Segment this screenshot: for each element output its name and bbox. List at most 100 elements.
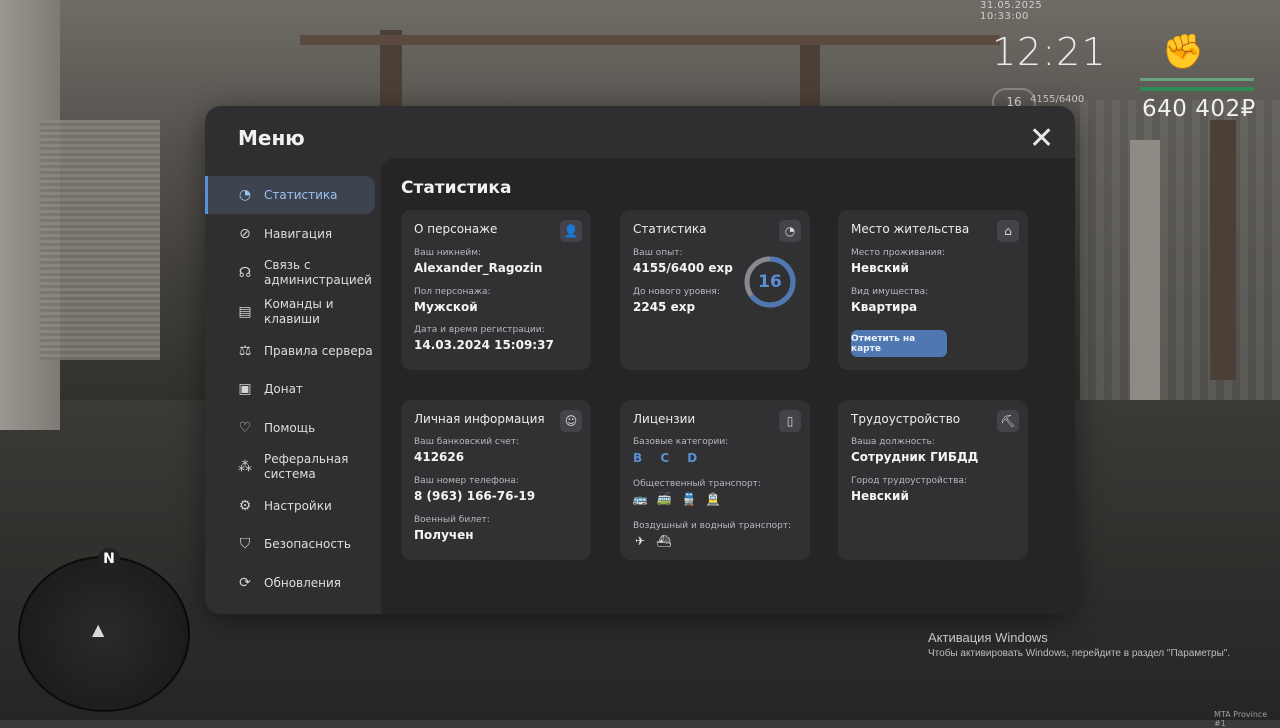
exp-value: 4155/6400 exp xyxy=(633,261,733,275)
nickname-value: Alexander_Ragozin xyxy=(414,261,543,275)
sidebar-item-label: Безопасность xyxy=(264,536,351,551)
sidebar-item-label: Команды и клавиши xyxy=(264,297,334,326)
health-bar xyxy=(1140,78,1254,81)
windows-activation-title: Активация Windows xyxy=(928,630,1048,645)
right-wall xyxy=(1080,100,1280,400)
sidebar-item-referral[interactable]: ⁂ Реферальная система xyxy=(205,448,375,486)
sidebar-item-settings[interactable]: ⚙ Настройки xyxy=(205,487,375,525)
card-title: Трудоустройство xyxy=(851,412,961,426)
card-title: Место жительства xyxy=(851,222,970,236)
pie-chart-icon: ◔ xyxy=(779,220,801,242)
gender-value: Мужской xyxy=(414,300,478,314)
hud-status-bars xyxy=(1140,78,1254,91)
hud-exp: 4155/6400 xyxy=(1030,94,1085,105)
hud-date: 31.05.2025 10:33:00 xyxy=(980,0,1043,22)
sidebar-item-statistics[interactable]: ◔ Статистика xyxy=(205,176,375,214)
sidebar-item-label: Настройки xyxy=(264,498,332,513)
sidebar-item-label: Навигация xyxy=(264,226,333,241)
minimap-north-marker: N xyxy=(98,548,120,570)
nickname-label: Ваш никнейм: xyxy=(414,248,482,258)
sidebar-item-label: Статистика xyxy=(264,187,338,202)
bus-icon: 🚌 xyxy=(632,492,648,506)
sidebar-item-label: Помощь xyxy=(264,420,316,435)
gender-label: Пол персонажа: xyxy=(414,287,491,297)
next-level-value: 2245 exp xyxy=(633,300,696,314)
residence-value: Невский xyxy=(851,261,909,275)
sidebar-item-updates[interactable]: ⟳ Обновления xyxy=(205,564,375,602)
compass-icon: ⊘ xyxy=(239,226,251,242)
network-icon: ⁂ xyxy=(238,459,252,475)
ship-icon: ⛴ xyxy=(656,534,672,548)
trolleybus-icon: 🚎 xyxy=(656,492,672,506)
hud-money: 640 402₽ xyxy=(1142,96,1256,122)
armor-bar xyxy=(1140,87,1254,91)
card-character: О персонаже 👤 Ваш никнейм: Alexander_Rag… xyxy=(401,210,591,370)
card-title: Статистика xyxy=(633,222,707,236)
card-personal-info: Личная информация ☺ Ваш банковский счет:… xyxy=(401,400,591,560)
level-number: 16 xyxy=(758,272,782,292)
menu-title: Меню xyxy=(238,126,305,150)
wallet-icon: ▣ xyxy=(238,381,252,397)
sidebar-item-label: Связь с администрацией xyxy=(264,258,372,287)
tram-icon: 🚊 xyxy=(705,492,721,506)
sidebar-item-donate[interactable]: ▣ Донат xyxy=(205,370,375,408)
public-transport-label: Общественный транспорт: xyxy=(633,479,761,489)
sidebar-item-help[interactable]: ♡ Помощь xyxy=(205,409,375,447)
military-value: Получен xyxy=(414,528,474,542)
page-title: Статистика xyxy=(401,178,512,198)
server-watermark: MTA Province #1 xyxy=(1214,710,1268,728)
position-label: Ваша должность: xyxy=(851,437,935,447)
pie-chart-icon: ◔ xyxy=(238,187,252,203)
pickaxe-icon: ⛏ xyxy=(997,410,1019,432)
sidebar-item-rules[interactable]: ⚖ Правила сервера xyxy=(205,332,375,370)
sidebar-item-admin-contact[interactable]: ☊ Связь с администрацией xyxy=(205,254,375,292)
card-residence: Место жительства ⌂ Место проживания: Нев… xyxy=(838,210,1028,370)
update-icon: ⟳ xyxy=(239,575,251,591)
content-area: Статистика О персонаже 👤 Ваш никнейм: Al… xyxy=(381,158,1075,614)
property-type-value: Квартира xyxy=(851,300,918,314)
menu-panel: Меню ✕ ◔ Статистика ⊘ Навигация ☊ Связь … xyxy=(205,106,1075,614)
card-title: Личная информация xyxy=(414,412,545,426)
position-value: Сотрудник ГИБДД xyxy=(851,450,979,464)
close-icon[interactable]: ✕ xyxy=(1029,124,1054,154)
license-icon: ▯ xyxy=(779,410,801,432)
sidebar-item-label: Обновления xyxy=(264,575,342,590)
sidebar-item-security[interactable]: ⛉ Безопасность xyxy=(205,525,375,563)
user-icon: 👤 xyxy=(560,220,582,242)
headset-icon: ☊ xyxy=(238,265,252,281)
card-licenses: Лицензии ▯ Базовые категории: B C D Обще… xyxy=(620,400,810,560)
phone-label: Ваш номер телефона: xyxy=(414,476,519,486)
sidebar-item-label: Донат xyxy=(264,381,303,396)
scales-icon: ⚖ xyxy=(238,343,252,359)
next-level-label: До нового уровня: xyxy=(633,287,720,297)
card-title: Лицензии xyxy=(633,412,696,426)
employment-city-value: Невский xyxy=(851,489,909,503)
sidebar-item-label: Реферальная система xyxy=(264,452,349,481)
bank-label: Ваш банковский счет: xyxy=(414,437,520,447)
roof-beam xyxy=(1210,120,1236,380)
base-categories-label: Базовые категории: xyxy=(633,437,729,447)
exp-label: Ваш опыт: xyxy=(633,248,683,258)
train-icon: 🚆 xyxy=(681,492,697,506)
card-employment: Трудоустройство ⛏ Ваша должность: Сотруд… xyxy=(838,400,1028,560)
registration-label: Дата и время регистрации: xyxy=(414,325,545,335)
card-title: О персонаже xyxy=(414,222,498,236)
registration-value: 14.03.2024 15:09:37 xyxy=(414,338,554,352)
property-type-label: Вид имущества: xyxy=(851,287,929,297)
gear-icon: ⚙ xyxy=(238,498,252,514)
card-statistics: Статистика ◔ Ваш опыт: 4155/6400 exp До … xyxy=(620,210,810,370)
sidebar-item-label: Правила сервера xyxy=(264,343,373,358)
sidebar-item-commands[interactable]: ▤ Команды и клавиши xyxy=(205,293,375,331)
base-categories-value: B C D xyxy=(633,451,705,465)
document-icon: ▤ xyxy=(238,304,252,320)
mark-on-map-button[interactable]: Отметить на карте xyxy=(851,330,947,357)
shield-icon: ⛉ xyxy=(239,536,251,552)
sidebar-item-navigation[interactable]: ⊘ Навигация xyxy=(205,215,375,253)
windows-activation-text: Чтобы активировать Windows, перейдите в … xyxy=(928,648,1231,659)
hud-clock: 12:21 xyxy=(992,30,1107,74)
handshake-icon: ♡ xyxy=(238,420,252,436)
roller-shutter xyxy=(40,120,160,360)
employment-city-label: Город трудоустройства: xyxy=(851,476,967,486)
home-icon: ⌂ xyxy=(997,220,1019,242)
roof-beam xyxy=(800,40,820,110)
